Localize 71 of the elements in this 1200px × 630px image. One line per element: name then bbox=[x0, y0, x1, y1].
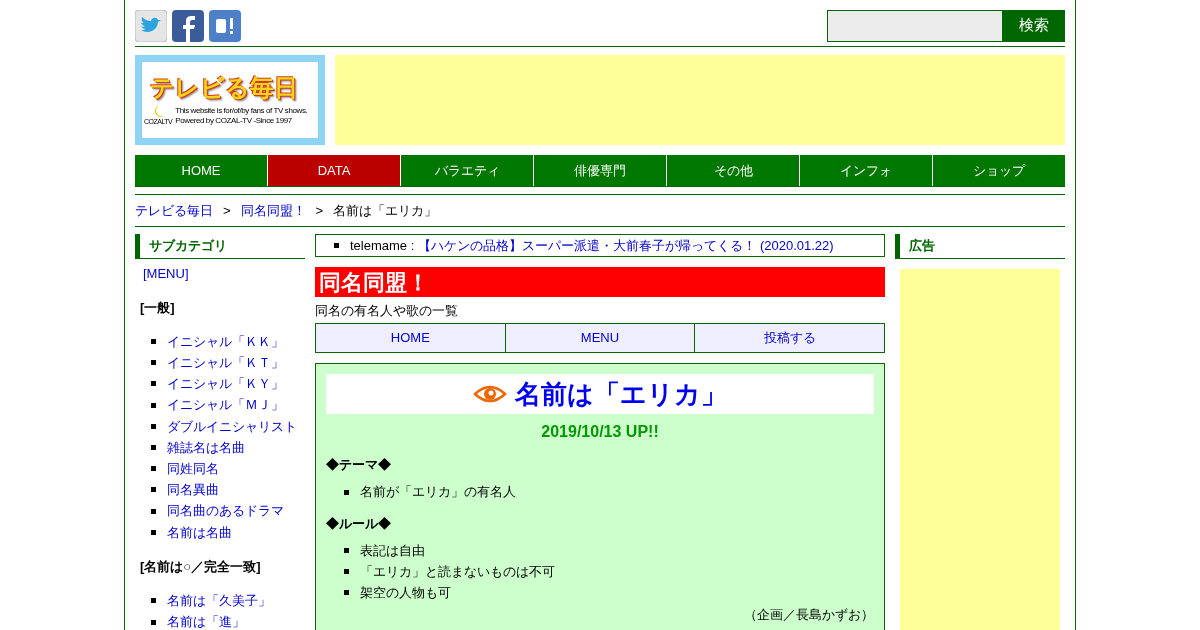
sidebar-link[interactable]: イニシャル「ＫＫ」 bbox=[167, 331, 284, 352]
group-heading: [一般] bbox=[139, 298, 176, 317]
logo-tagline: Powered by COZAL-TV -Since 1997 bbox=[175, 116, 293, 126]
twitter-bird-icon[interactable] bbox=[135, 9, 167, 42]
rule-text: 「エリカ」と読まないものは不可 bbox=[360, 562, 555, 581]
facebook-icon[interactable] bbox=[172, 9, 204, 42]
news-source: telemame : bbox=[350, 236, 415, 255]
bullet-icon bbox=[151, 619, 156, 625]
bullet-icon bbox=[151, 360, 156, 366]
breadcrumb-separator: > bbox=[223, 201, 231, 220]
sidebar-link[interactable]: 同姓同名 bbox=[167, 458, 219, 479]
breadcrumb-separator: > bbox=[315, 201, 324, 220]
sidebar-link[interactable]: 名前は「進」 bbox=[167, 612, 245, 630]
sidebar-link[interactable]: ダブルイニシャリスト bbox=[167, 416, 297, 437]
article-title: 名前は「エリカ」 bbox=[515, 377, 727, 411]
section-tab[interactable]: HOME bbox=[315, 323, 506, 353]
logo-title: テレビる毎日 bbox=[150, 74, 299, 102]
sidebar-link[interactable]: イニシャル「ＭＪ」 bbox=[167, 395, 284, 415]
bullet-icon bbox=[151, 339, 156, 345]
bullet-icon bbox=[334, 243, 339, 248]
section-tab[interactable]: MENU bbox=[505, 323, 696, 353]
eye-icon bbox=[473, 384, 507, 404]
bullet-icon bbox=[151, 487, 156, 493]
sidebar-link[interactable]: 同名異曲 bbox=[167, 480, 219, 500]
bullet-icon bbox=[151, 466, 156, 472]
sidebar-link[interactable]: 雑誌名は名曲 bbox=[167, 437, 245, 458]
bullet-icon bbox=[344, 489, 349, 495]
sidebar-link[interactable]: イニシャル「ＫＹ」 bbox=[167, 374, 284, 394]
bullet-icon bbox=[344, 548, 349, 553]
nav-tab[interactable]: HOME bbox=[135, 155, 267, 186]
nav-tab[interactable]: その他 bbox=[666, 155, 799, 186]
bullet-icon bbox=[344, 569, 349, 574]
sidebar-link[interactable]: イニシャル「ＫＴ」 bbox=[167, 353, 284, 373]
news-link[interactable]: 【ハケンの品格】スーパー派遣・大前春子が帰ってくる！ (2020.01.22) bbox=[418, 235, 834, 256]
search-button[interactable]: 検索 bbox=[1003, 9, 1065, 42]
group-heading: [名前は○／完全一致] bbox=[139, 557, 262, 576]
breadcrumb-link[interactable]: 同名同盟！ bbox=[240, 200, 306, 221]
bullet-icon bbox=[151, 445, 156, 451]
logo-tagline: This website is for/of/by fans of TV shows. bbox=[175, 106, 308, 116]
section-description: 同名の有名人や歌の一覧 bbox=[315, 302, 459, 320]
ads-heading: 広告 bbox=[895, 234, 1065, 259]
nav-tab[interactable]: DATA bbox=[267, 155, 400, 186]
bookmark-icon[interactable] bbox=[209, 9, 241, 42]
rule-text: 名前が「エリカ」の有名人 bbox=[360, 483, 516, 502]
nav-tab[interactable]: インフォ bbox=[799, 155, 932, 186]
sidebar-link[interactable]: 同名曲のあるドラマ bbox=[167, 501, 284, 521]
bullet-icon bbox=[151, 423, 156, 429]
rule-text: 表記は自由 bbox=[360, 541, 425, 560]
block-heading: ◆テーマ◆ bbox=[326, 456, 392, 474]
nav-tab[interactable]: ショップ bbox=[932, 155, 1065, 186]
update-date: 2019/10/13 UP!! bbox=[540, 422, 660, 442]
sidebar-link[interactable]: 名前は「久美子」 bbox=[167, 591, 271, 611]
breadcrumb-current: 名前は「エリカ」 bbox=[333, 201, 438, 220]
bullet-icon bbox=[151, 402, 156, 408]
block-heading: ◆ルール◆ bbox=[326, 514, 392, 533]
bullet-icon bbox=[344, 590, 349, 595]
section-tab[interactable]: 投稿する bbox=[695, 323, 885, 353]
bullet-icon bbox=[151, 381, 156, 387]
menu-link[interactable]: [MENU] bbox=[143, 264, 189, 284]
nav-tab[interactable]: 俳優専門 bbox=[533, 155, 666, 186]
bullet-icon bbox=[151, 529, 156, 535]
nav-tab[interactable]: バラエティ bbox=[400, 155, 533, 186]
breadcrumb-link[interactable]: テレビる毎日 bbox=[135, 200, 213, 221]
sidebar-link[interactable]: 名前は名曲 bbox=[167, 522, 232, 543]
bullet-icon bbox=[151, 508, 156, 514]
section-banner: 同名同盟！ bbox=[315, 267, 885, 297]
rule-text: 架空の人物も可 bbox=[360, 583, 451, 602]
bullet-icon bbox=[151, 598, 156, 604]
search-field[interactable] bbox=[827, 9, 1003, 42]
credit-text: （企画／長島かずお） bbox=[744, 606, 874, 624]
sidebar-heading: サブカテゴリ bbox=[135, 234, 305, 259]
